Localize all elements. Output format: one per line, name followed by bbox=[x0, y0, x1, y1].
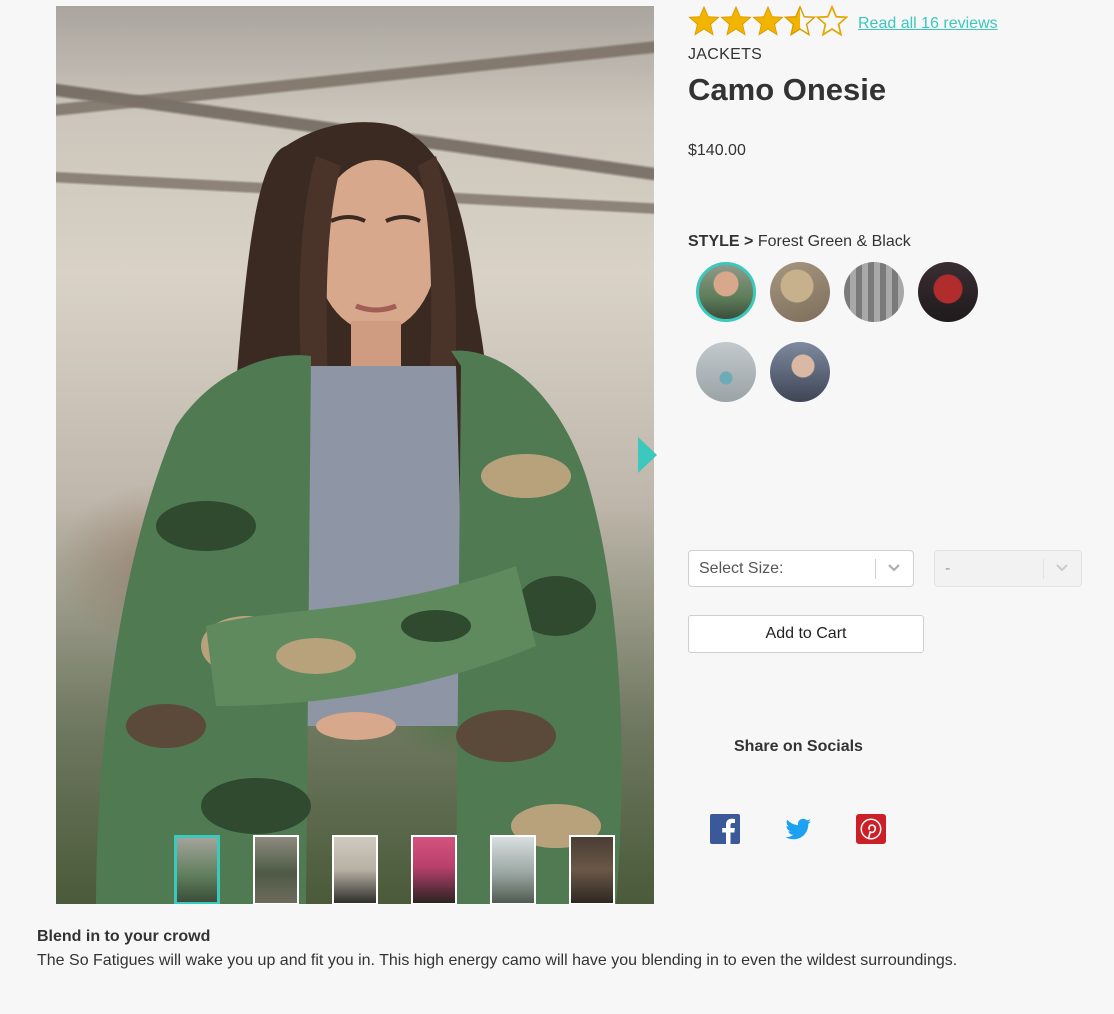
star-half-icon bbox=[784, 5, 816, 37]
select-separator bbox=[1043, 559, 1044, 579]
chevron-down-icon bbox=[888, 564, 900, 572]
quantity-select[interactable]: - bbox=[934, 550, 1082, 587]
next-image-arrow-icon[interactable] bbox=[638, 437, 657, 473]
star-empty-icon bbox=[816, 4, 848, 37]
style-swatch-desert[interactable] bbox=[770, 262, 830, 322]
star-full-icon bbox=[720, 5, 752, 36]
share-title: Share on Socials bbox=[734, 738, 863, 755]
star-full-icon bbox=[688, 5, 720, 36]
style-selector-label: STYLE > Forest Green & Black bbox=[688, 233, 911, 251]
model-figure bbox=[96, 122, 622, 904]
facebook-icon[interactable] bbox=[710, 814, 740, 844]
star-full-icon bbox=[752, 5, 784, 36]
read-reviews-link[interactable]: Read all 16 reviews bbox=[858, 15, 998, 33]
thumbnail-6[interactable] bbox=[569, 835, 615, 904]
product-title: Camo Onesie bbox=[688, 72, 887, 107]
thumbnail-1[interactable] bbox=[174, 835, 220, 904]
add-to-cart-button[interactable]: Add to Cart bbox=[688, 615, 924, 653]
style-label: STYLE > bbox=[688, 233, 754, 250]
product-price: $140.00 bbox=[688, 142, 746, 159]
size-select[interactable]: Select Size: bbox=[688, 550, 914, 587]
size-select-placeholder: Select Size: bbox=[699, 560, 784, 577]
style-swatch-navy[interactable] bbox=[770, 342, 830, 402]
thumbnail-2[interactable] bbox=[253, 835, 299, 904]
product-category: JACKETS bbox=[688, 46, 763, 63]
thumbnail-5[interactable] bbox=[490, 835, 536, 904]
thumbnail-3[interactable] bbox=[332, 835, 378, 904]
select-separator bbox=[875, 559, 876, 579]
description-title: Blend in to your crowd bbox=[37, 928, 211, 945]
chevron-down-icon bbox=[1056, 564, 1068, 572]
pinterest-icon[interactable] bbox=[856, 814, 886, 844]
style-swatch-snow[interactable] bbox=[696, 342, 756, 402]
thumbnail-4[interactable] bbox=[411, 835, 457, 904]
main-product-image bbox=[56, 6, 654, 904]
style-swatch-urban-grey[interactable] bbox=[844, 262, 904, 322]
twitter-icon[interactable] bbox=[783, 814, 813, 844]
selected-style-name: Forest Green & Black bbox=[757, 233, 911, 250]
description-body: The So Fatigues will wake you up and fit… bbox=[37, 952, 958, 969]
quantity-select-value: - bbox=[945, 560, 951, 577]
style-swatch-red-black[interactable] bbox=[918, 262, 978, 322]
thumbnail-strip bbox=[174, 835, 634, 904]
style-swatch-forest-green[interactable] bbox=[696, 262, 756, 322]
